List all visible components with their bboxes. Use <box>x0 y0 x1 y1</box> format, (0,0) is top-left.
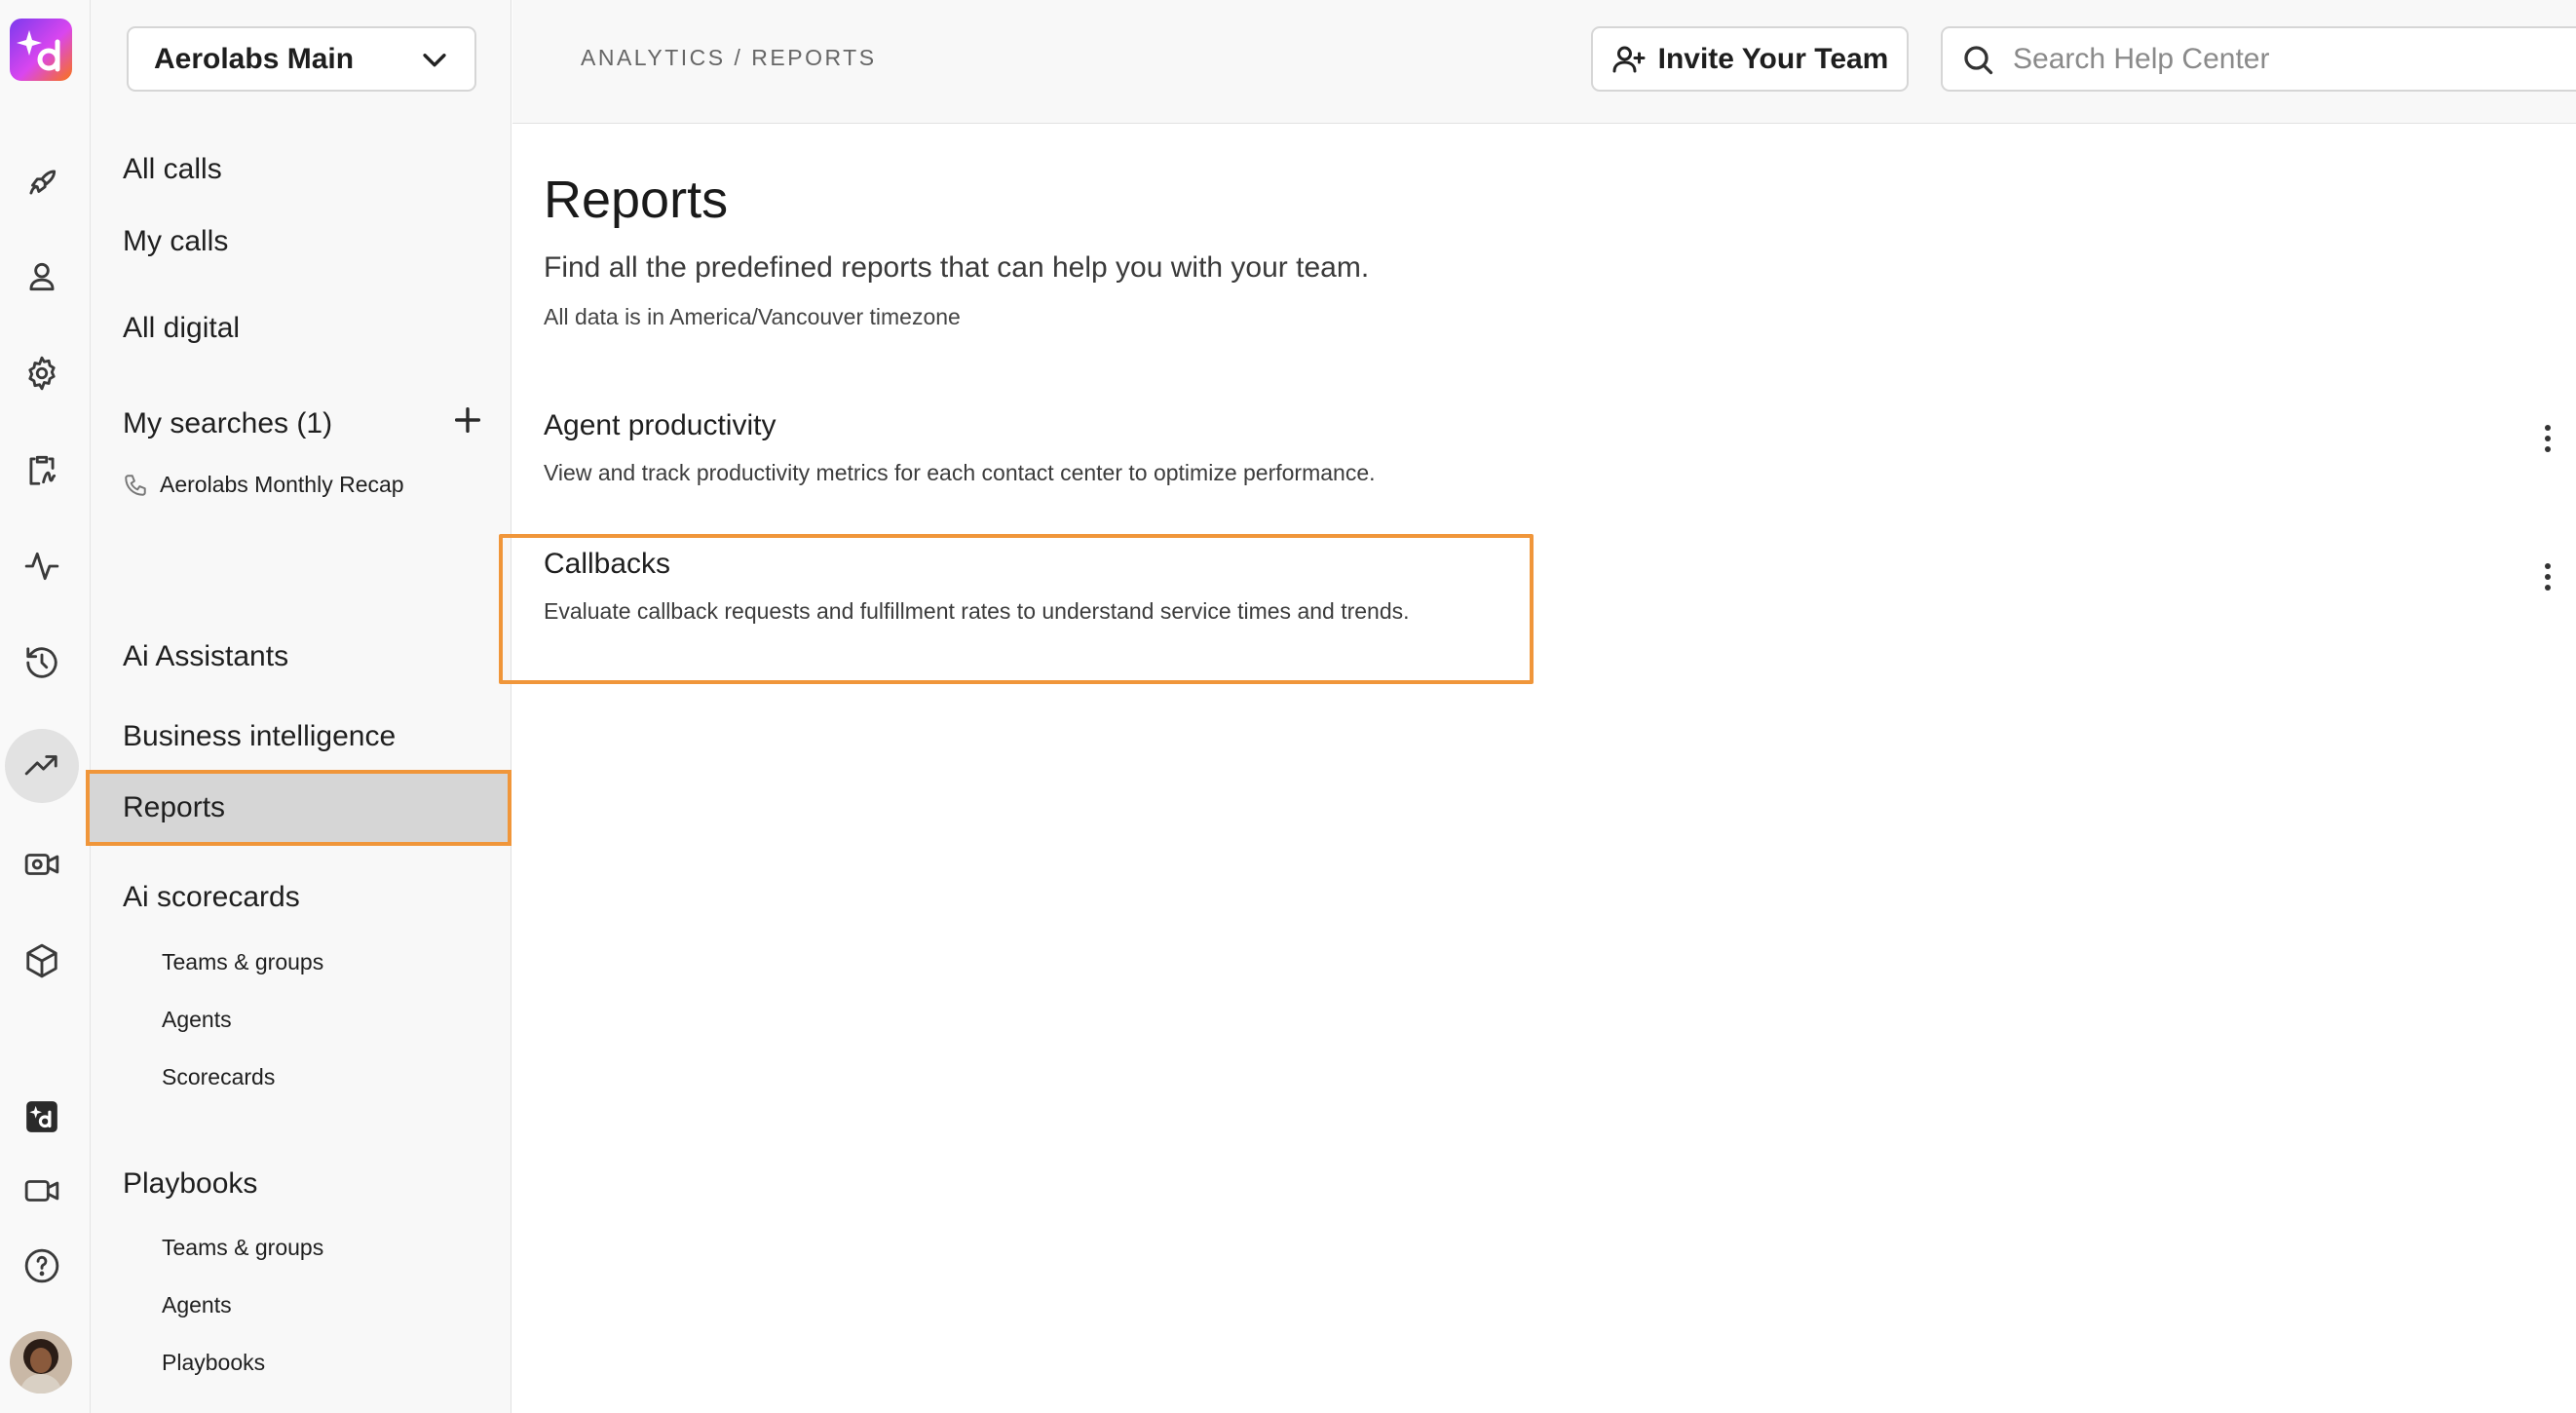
breadcrumb: ANALYTICS / REPORTS <box>581 45 877 70</box>
nav-scorecards-teams-groups[interactable]: Teams & groups <box>162 949 323 975</box>
cube-icon[interactable] <box>16 935 68 987</box>
analytics-sidebar: Aerolabs Main All calls My calls All dig… <box>86 0 511 1413</box>
nav-reports-label: Reports <box>123 791 226 823</box>
video-settings-icon[interactable] <box>16 838 68 891</box>
history-icon[interactable] <box>16 636 68 689</box>
nav-reports[interactable]: Reports <box>86 770 511 846</box>
invite-team-button[interactable]: Invite Your Team <box>1591 26 1909 92</box>
help-search[interactable] <box>1941 26 2576 92</box>
nav-playbooks-agents[interactable]: Agents <box>162 1292 232 1318</box>
report-card-agent-productivity[interactable]: Agent productivity View and track produc… <box>544 409 1376 486</box>
nav-all-calls[interactable]: All calls <box>123 153 222 186</box>
workspace-selector[interactable]: Aerolabs Main <box>127 26 476 92</box>
more-options-icon[interactable] <box>2536 419 2559 458</box>
dialpad-logo-icon[interactable] <box>10 19 72 81</box>
nav-all-digital[interactable]: All digital <box>123 312 240 345</box>
timezone-note: All data is in America/Vancouver timezon… <box>544 304 961 329</box>
page-description: Find all the predefined reports that can… <box>544 251 1370 284</box>
add-search-button[interactable] <box>451 403 484 437</box>
page-title: Reports <box>544 171 729 229</box>
plus-icon <box>454 406 481 434</box>
nav-playbooks-teams-groups[interactable]: Teams & groups <box>162 1235 323 1261</box>
avatar[interactable] <box>10 1331 72 1394</box>
nav-playbooks[interactable]: Playbooks <box>123 1167 257 1201</box>
nav-ai-assistants[interactable]: Ai Assistants <box>123 640 288 673</box>
more-options-icon[interactable] <box>2536 557 2559 596</box>
report-description: View and track productivity metrics for … <box>544 460 1376 485</box>
nav-scorecards-scorecards[interactable]: Scorecards <box>162 1064 275 1090</box>
saved-search-item[interactable]: Aerolabs Monthly Recap <box>123 472 404 498</box>
report-title: Callbacks <box>544 548 671 580</box>
report-title: Agent productivity <box>544 409 777 441</box>
workspace-name: Aerolabs Main <box>154 42 355 75</box>
video-icon[interactable] <box>16 1165 68 1217</box>
icon-rail <box>0 0 91 1413</box>
top-bar: ANALYTICS / REPORTS Invite Your Team <box>512 0 2576 124</box>
phone-icon <box>125 474 146 496</box>
user-icon[interactable] <box>16 250 68 303</box>
report-card-callbacks[interactable]: Callbacks Evaluate callback requests and… <box>544 548 1410 625</box>
clipboard-icon[interactable] <box>16 443 68 496</box>
nav-business-intelligence[interactable]: Business intelligence <box>123 720 396 753</box>
help-icon[interactable] <box>16 1240 68 1292</box>
add-user-icon <box>1612 46 1646 72</box>
invite-team-label: Invite Your Team <box>1657 42 1889 75</box>
chevron-down-icon <box>423 53 446 66</box>
nav-my-searches[interactable]: My searches (1) <box>123 407 332 440</box>
activity-icon[interactable] <box>16 540 68 592</box>
dialpad-ai-icon[interactable] <box>16 1090 68 1143</box>
report-description: Evaluate callback requests and fulfillme… <box>544 598 1410 624</box>
rocket-icon[interactable] <box>16 156 68 209</box>
nav-playbooks-playbooks[interactable]: Playbooks <box>162 1350 265 1376</box>
help-search-input[interactable] <box>2013 42 2558 76</box>
trending-up-icon[interactable] <box>5 729 79 803</box>
search-icon <box>1964 45 1993 74</box>
nav-ai-scorecards[interactable]: Ai scorecards <box>123 881 300 914</box>
gear-icon[interactable] <box>16 347 68 400</box>
main-content: Reports Find all the predefined reports … <box>499 125 2576 1413</box>
nav-scorecards-agents[interactable]: Agents <box>162 1007 232 1033</box>
saved-search-label: Aerolabs Monthly Recap <box>160 472 404 497</box>
nav-my-calls[interactable]: My calls <box>123 225 228 258</box>
